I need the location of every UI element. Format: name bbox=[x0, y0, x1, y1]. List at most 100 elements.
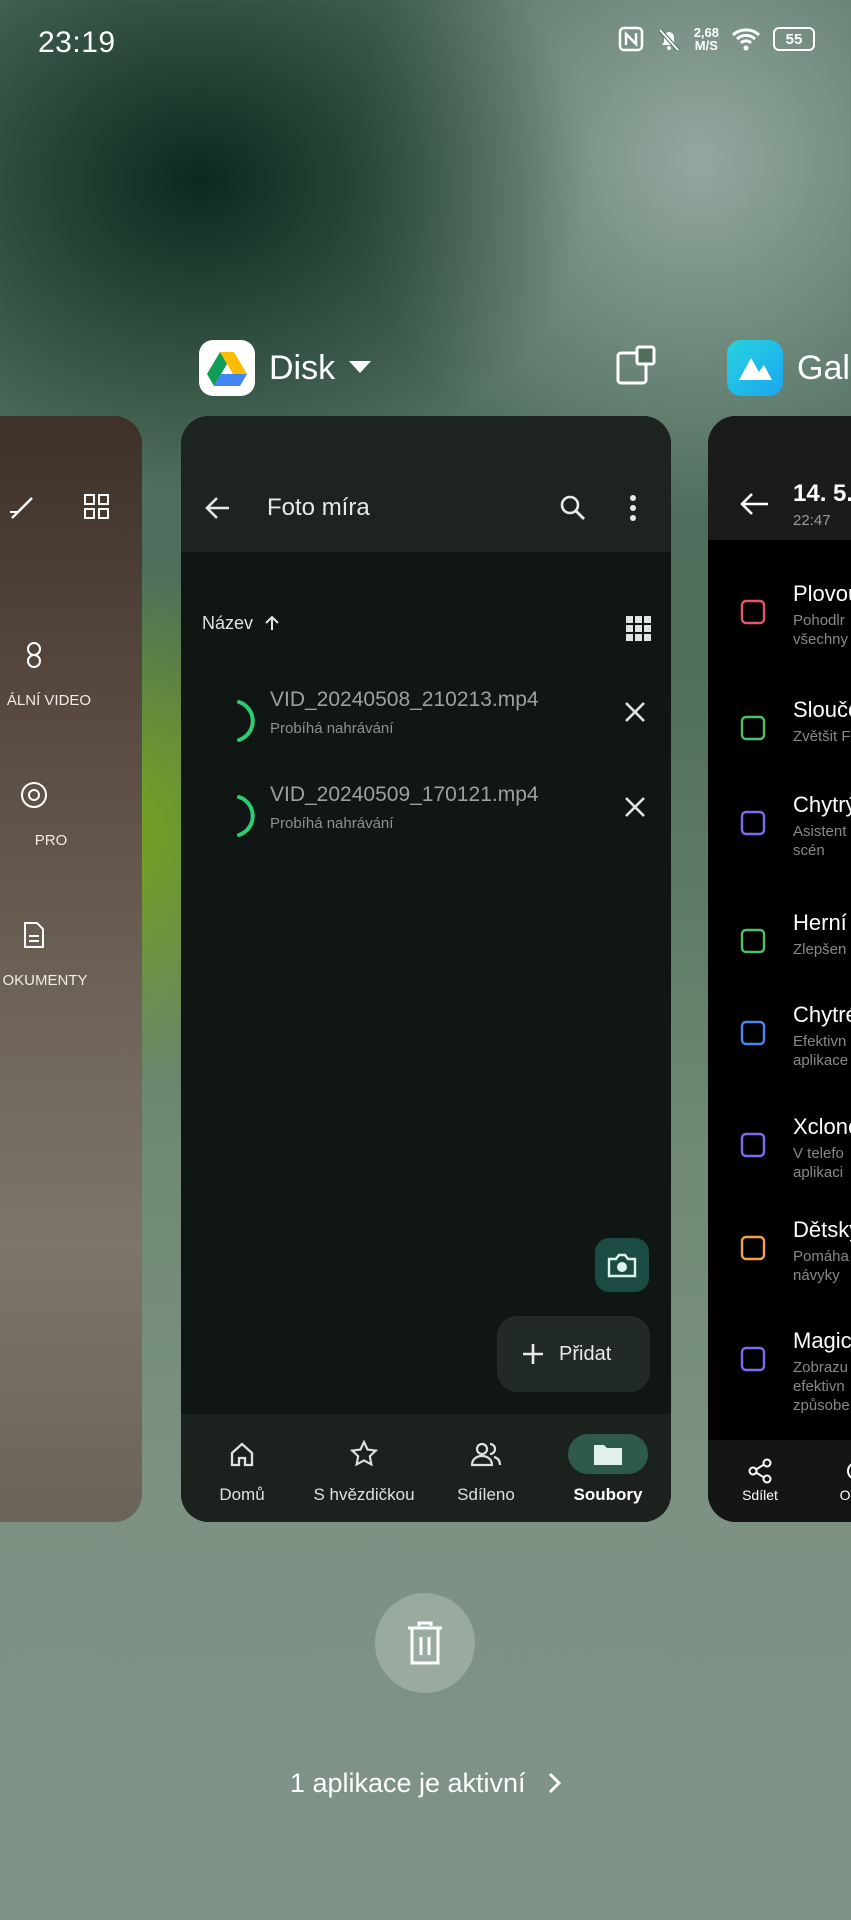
battery-indicator: 55 bbox=[773, 27, 815, 51]
feature-subtitle-line: Pomáha bbox=[793, 1248, 849, 1265]
feature-subtitle-line: návyky bbox=[793, 1267, 840, 1284]
feature-subtitle: Efektivn aplikace bbox=[793, 1032, 848, 1070]
edit-button[interactable]: Ob bbox=[836, 1458, 851, 1503]
feature-subtitle-line: Zvětšit F bbox=[793, 728, 851, 745]
crop-icon bbox=[847, 1463, 851, 1479]
clear-all-button[interactable] bbox=[375, 1593, 475, 1693]
cancel-upload-icon[interactable] bbox=[623, 795, 647, 819]
nav-label: Sdíleno bbox=[457, 1485, 515, 1504]
feature-item[interactable]: Xclone V telefo aplikaci bbox=[708, 1114, 851, 1214]
more-vert-icon[interactable] bbox=[629, 494, 637, 522]
scan-camera-button[interactable] bbox=[595, 1238, 649, 1292]
camera-icon bbox=[607, 1253, 637, 1278]
search-icon[interactable] bbox=[559, 494, 587, 522]
nfc-icon bbox=[618, 26, 643, 52]
feature-title: Plovou bbox=[793, 581, 851, 606]
nav-label: Domů bbox=[219, 1485, 265, 1504]
feature-item[interactable]: Herní Zlepšen bbox=[708, 910, 851, 1010]
folder-title: Foto míra bbox=[267, 494, 370, 521]
home-icon bbox=[202, 1434, 282, 1474]
feature-subtitle-line: způsobe bbox=[793, 1397, 850, 1414]
floating-window-icon bbox=[738, 597, 768, 627]
recent-app-card-gallery[interactable]: 14. 5. 22:47 Plovou Pohodlr všechny Slouče Z… bbox=[708, 416, 851, 1522]
feature-subtitle-line: Zlepšen bbox=[793, 941, 847, 958]
feature-item[interactable]: Magic Zobrazu efektivn způsobe bbox=[708, 1328, 851, 1428]
camera-mode-documents[interactable]: OKUMENTY bbox=[0, 972, 136, 989]
split-screen-icon[interactable] bbox=[615, 344, 657, 386]
back-arrow-icon[interactable] bbox=[740, 492, 770, 516]
bell-muted-icon bbox=[658, 28, 680, 52]
nav-label: S hvězdičkou bbox=[313, 1485, 415, 1504]
app-header-disk[interactable]: Disk bbox=[199, 340, 372, 396]
back-arrow-icon[interactable] bbox=[205, 496, 231, 520]
photo-date: 14. 5. bbox=[793, 480, 851, 507]
file-row[interactable]: VID_20240508_210213.mp4 Probíhá nahráván… bbox=[181, 688, 671, 768]
feature-subtitle-line: aplikace bbox=[793, 1052, 849, 1069]
star-icon bbox=[324, 1434, 404, 1474]
feature-subtitle-line: všechny bbox=[793, 631, 849, 648]
nav-home[interactable]: Domů bbox=[181, 1414, 303, 1522]
feature-subtitle: Pohodlr všechny bbox=[793, 611, 848, 649]
feature-subtitle-line: Pohodlr bbox=[793, 612, 845, 629]
cancel-upload-icon[interactable] bbox=[623, 700, 647, 724]
document-icon[interactable] bbox=[19, 920, 49, 950]
recent-app-card-camera[interactable]: ÁLNÍ VIDEO PRO OKUMENTY bbox=[0, 416, 142, 1522]
camera-mode-dual-video[interactable]: ÁLNÍ VIDEO bbox=[0, 692, 140, 709]
nav-shared[interactable]: Sdíleno bbox=[425, 1414, 547, 1522]
app-name: Disk bbox=[269, 348, 336, 387]
feature-subtitle-line: Efektivn bbox=[793, 1033, 847, 1050]
share-button[interactable]: Sdílet bbox=[740, 1458, 780, 1503]
plus-icon bbox=[523, 1344, 543, 1364]
share-icon bbox=[748, 1458, 772, 1484]
feature-subtitle: Zobrazu efektivn způsobe bbox=[793, 1358, 850, 1415]
file-name: VID_20240508_210213.mp4 bbox=[270, 688, 539, 711]
save-icon bbox=[738, 713, 768, 743]
feature-item[interactable]: Chytrý Asistent scén bbox=[708, 792, 851, 892]
shared-icon bbox=[446, 1434, 526, 1474]
feature-item[interactable]: Dětský Pomáha návyky bbox=[708, 1217, 851, 1317]
feature-item[interactable]: Chytré Efektivn aplikace bbox=[708, 1002, 851, 1102]
kid-icon bbox=[738, 1233, 768, 1263]
recent-app-card-drive[interactable]: Foto míra Název VID_20240508_210213.mp4 … bbox=[181, 416, 671, 1522]
edit-wand-icon[interactable] bbox=[8, 492, 38, 522]
app-name-right: Gale bbox=[797, 348, 851, 387]
gallery-header: 14. 5. 22:47 bbox=[708, 416, 851, 540]
gallery-app-icon bbox=[727, 340, 783, 396]
app-header-gallery[interactable]: Gale bbox=[727, 340, 851, 396]
gamepad-icon bbox=[738, 926, 768, 956]
feature-subtitle-line: Asistent bbox=[793, 823, 847, 840]
feature-subtitle: Asistent scén bbox=[793, 822, 846, 860]
photo-time: 22:47 bbox=[793, 512, 831, 529]
feature-subtitle: V telefo aplikaci bbox=[793, 1144, 844, 1182]
active-apps-link[interactable]: 1 aplikace je aktivní bbox=[0, 1768, 851, 1799]
feature-title: Chytré bbox=[793, 1002, 851, 1027]
sort-by-name[interactable]: Název bbox=[202, 613, 280, 634]
feature-subtitle: Pomáha návyky bbox=[793, 1247, 849, 1285]
feature-item[interactable]: Slouče Zvětšit F bbox=[708, 697, 851, 797]
wifi-icon bbox=[731, 28, 761, 51]
feature-title: Slouče bbox=[793, 697, 851, 722]
grid-view-icon[interactable] bbox=[625, 615, 651, 641]
dual-video-icon[interactable] bbox=[19, 640, 49, 670]
pro-mode-icon[interactable] bbox=[19, 780, 49, 810]
clone-icon bbox=[738, 1130, 768, 1160]
nav-starred[interactable]: S hvězdičkou bbox=[303, 1414, 425, 1522]
upload-progress-icon bbox=[237, 795, 255, 837]
caret-down-icon[interactable] bbox=[349, 361, 372, 375]
file-name: VID_20240509_170121.mp4 bbox=[270, 783, 539, 806]
add-button[interactable]: Přidat bbox=[497, 1316, 650, 1392]
feature-title: Chytrý bbox=[793, 792, 851, 817]
sidebar-icon bbox=[738, 808, 768, 838]
share-label: Sdílet bbox=[742, 1487, 778, 1503]
file-status: Probíhá nahrávání bbox=[270, 815, 394, 832]
edit-label: Ob bbox=[839, 1487, 851, 1503]
file-row[interactable]: VID_20240509_170121.mp4 Probíhá nahráván… bbox=[181, 783, 671, 863]
feature-item[interactable]: Plovou Pohodlr všechny bbox=[708, 581, 851, 681]
grid-icon[interactable] bbox=[82, 492, 112, 522]
camera-mode-pro[interactable]: PRO bbox=[0, 832, 142, 849]
feature-title: Herní bbox=[793, 910, 847, 935]
feature-subtitle-line: V telefo bbox=[793, 1145, 844, 1162]
nav-files[interactable]: Soubory bbox=[547, 1414, 669, 1522]
network-speed: 2,68 M/S bbox=[693, 25, 719, 53]
nav-label: Soubory bbox=[573, 1485, 643, 1504]
